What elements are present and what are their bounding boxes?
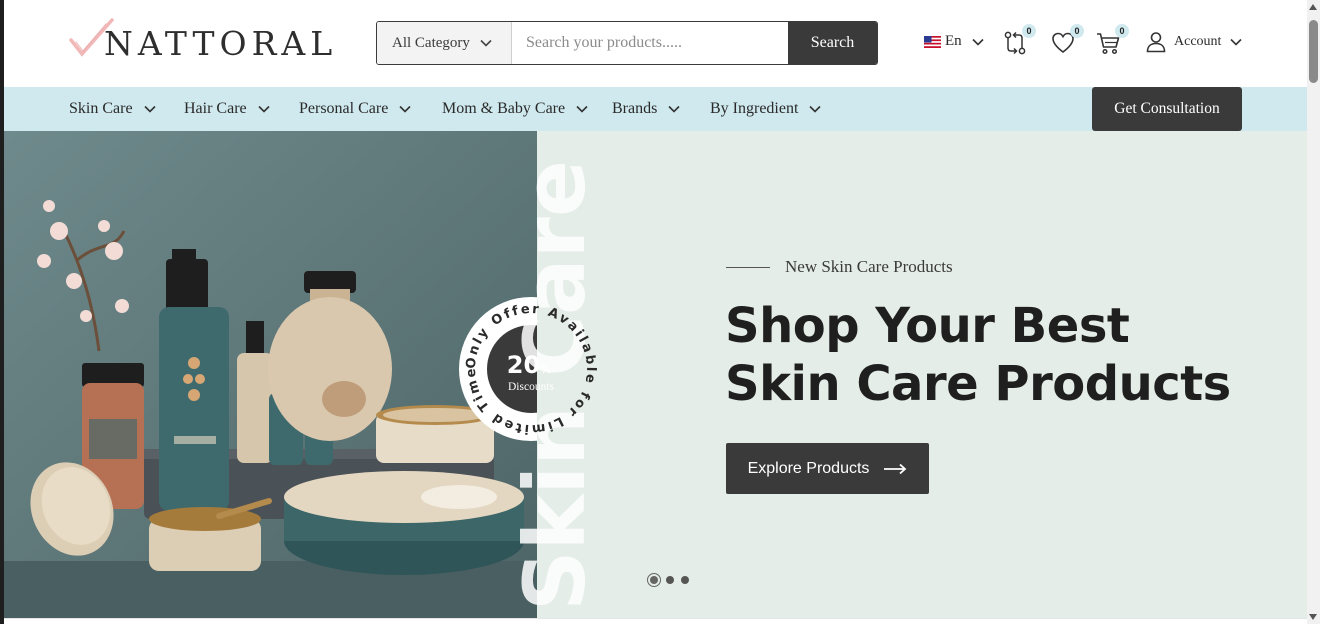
nav-item-label: Mom & Baby Care	[442, 100, 566, 117]
explore-label: Explore Products	[747, 459, 870, 477]
hero-headline: Shop Your Best Skin Care Products	[725, 297, 1285, 413]
chevron-down-icon	[480, 39, 492, 47]
nav-item-label: Hair Care	[184, 100, 247, 117]
hero-product-image	[4, 131, 537, 618]
scroll-thumb[interactable]	[1309, 20, 1318, 83]
chevron-down-icon	[972, 38, 984, 46]
chevron-down-icon	[258, 105, 270, 113]
svg-text:20%: 20%	[507, 351, 551, 379]
slider-dot-2[interactable]	[666, 576, 674, 584]
get-consultation-button[interactable]: Get Consultation	[1092, 87, 1242, 131]
headline-line-1: Shop Your Best	[725, 298, 1130, 354]
discount-badge: Only Offer Available for Limited Time 20…	[464, 302, 596, 437]
search-button[interactable]: Search	[788, 22, 877, 64]
arrow-right-icon	[884, 463, 907, 474]
page-below-fold	[4, 618, 1307, 624]
chevron-down-icon	[399, 105, 411, 113]
search-input[interactable]	[512, 22, 788, 64]
chevron-down-icon	[143, 105, 156, 113]
user-icon	[1146, 32, 1166, 53]
hero-pretitle: New Skin Care Products	[726, 257, 953, 277]
brand-name: NATTORAL	[104, 24, 338, 63]
slider-dot-3[interactable]	[681, 576, 689, 584]
compare-button[interactable]: 0	[1002, 24, 1036, 56]
chevron-down-icon	[1230, 38, 1243, 46]
category-label: All Category	[392, 34, 470, 51]
pretitle-line	[726, 266, 770, 268]
chevron-down-icon	[668, 105, 680, 113]
wishlist-button[interactable]: 0	[1050, 24, 1084, 56]
badge-percent-sign: %	[540, 363, 551, 376]
wishlist-count-badge: 0	[1070, 24, 1084, 38]
language-selector[interactable]: En	[924, 33, 984, 50]
page-scrollbar[interactable]	[1307, 0, 1320, 624]
nav-item-skin-care[interactable]: Skin Care	[69, 87, 156, 131]
slider-pagination	[647, 573, 696, 587]
search-bar: All Category Search	[376, 21, 878, 65]
headline-line-2: Skin Care Products	[725, 356, 1231, 412]
explore-products-button[interactable]: Explore Products	[726, 443, 929, 494]
nav-item-personal-care[interactable]: Personal Care	[299, 87, 411, 131]
us-flag-icon	[924, 35, 941, 48]
site-header: NATTORAL All Category Search En	[4, 0, 1307, 87]
chevron-down-icon	[576, 105, 588, 113]
scroll-down-arrow[interactable]	[1309, 614, 1317, 620]
account-menu[interactable]: Account	[1146, 31, 1243, 53]
slider-dot-1[interactable]	[647, 573, 661, 587]
scroll-up-arrow[interactable]	[1309, 4, 1317, 10]
hero-slider: Skin Care Only Offer Available for Limit…	[4, 131, 1307, 618]
nav-item-label: Personal Care	[299, 100, 389, 117]
brand-logo[interactable]: NATTORAL	[68, 14, 338, 70]
account-label: Account	[1174, 34, 1222, 49]
nav-item-by-ingredient[interactable]: By Ingredient	[710, 87, 821, 131]
nav-item-hair-care[interactable]: Hair Care	[184, 87, 270, 131]
badge-sub: Discounts	[508, 381, 555, 393]
nav-item-label: Skin Care	[69, 100, 133, 117]
pretitle-text: New Skin Care Products	[785, 257, 953, 276]
cart-count-badge: 0	[1115, 24, 1129, 38]
nav-item-brands[interactable]: Brands	[612, 87, 680, 131]
nav-item-label: By Ingredient	[710, 100, 799, 117]
cart-button[interactable]: 0	[1095, 24, 1129, 56]
nav-item-mom-baby-care[interactable]: Mom & Baby Care	[442, 87, 588, 131]
badge-percent: 20	[507, 351, 540, 379]
language-label: En	[945, 33, 962, 49]
main-nav: Skin Care Hair Care Personal Care Mom & …	[4, 87, 1307, 131]
nav-item-label: Brands	[612, 100, 658, 117]
compare-count-badge: 0	[1022, 24, 1036, 38]
category-select[interactable]: All Category	[377, 22, 512, 64]
chevron-down-icon	[809, 105, 821, 113]
